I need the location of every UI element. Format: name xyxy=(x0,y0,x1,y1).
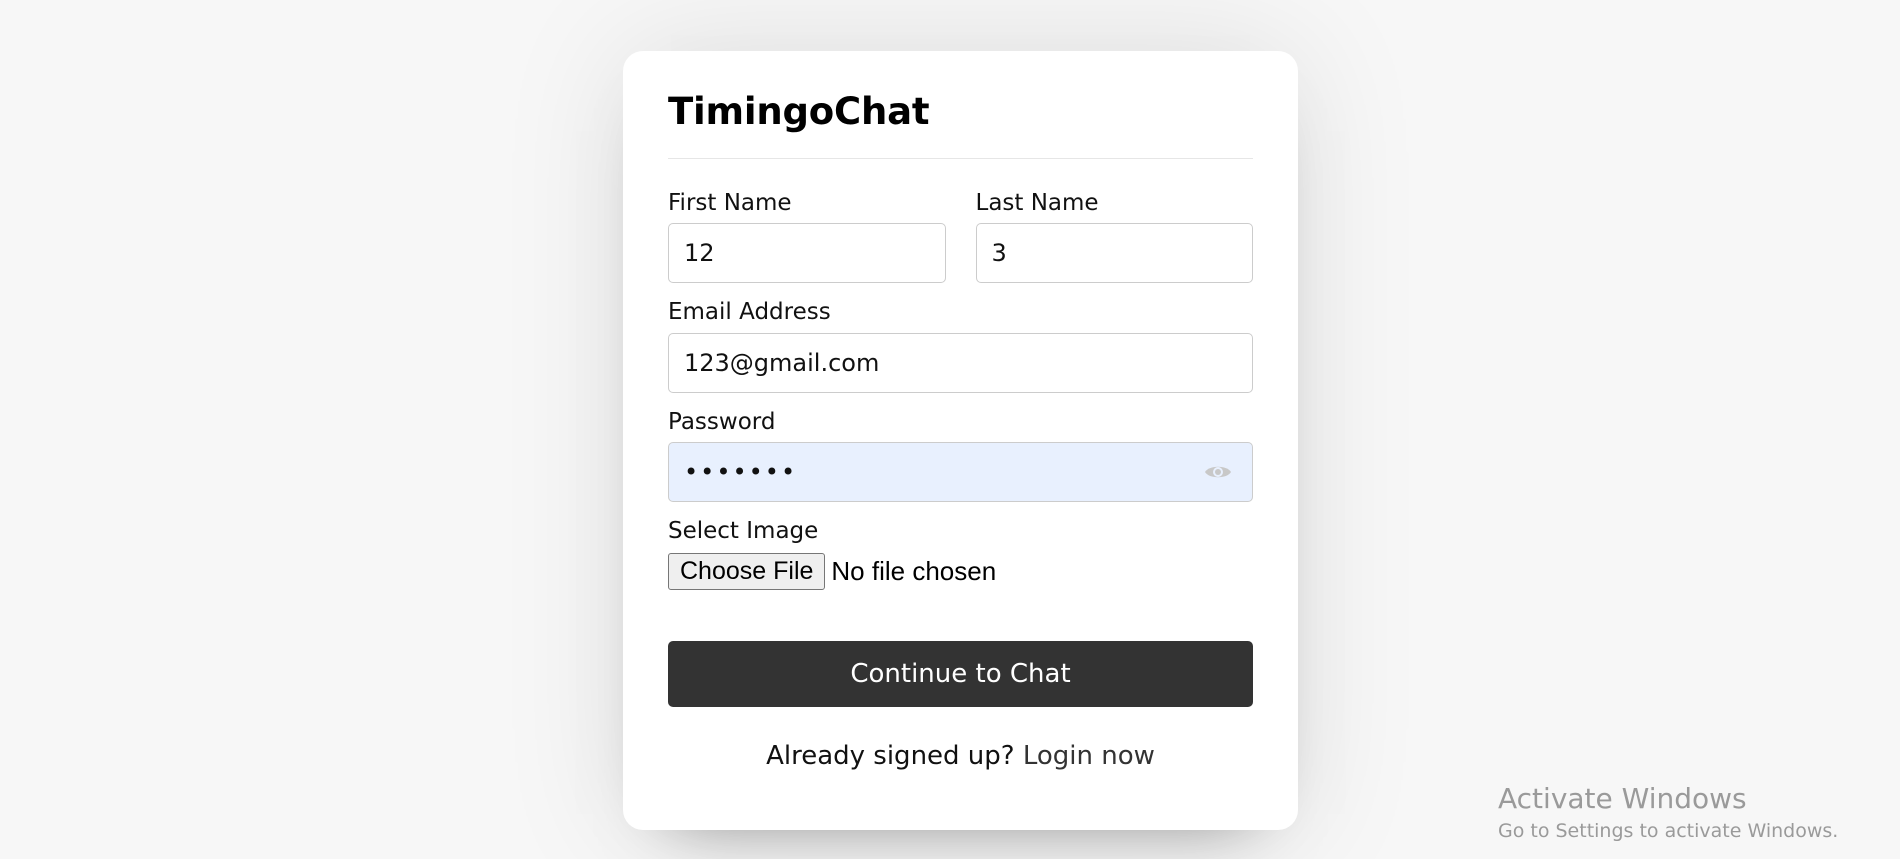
choose-file-button[interactable]: Choose File xyxy=(668,553,826,591)
watermark-subtitle: Go to Settings to activate Windows. xyxy=(1498,819,1839,842)
app-title: TimingoChat xyxy=(668,90,930,133)
eye-icon[interactable] xyxy=(1203,462,1233,482)
file-status: No file chosen xyxy=(831,556,997,587)
signup-card: TimingoChat First Name Last Name Email A… xyxy=(623,51,1298,830)
first-name-field: First Name xyxy=(668,190,946,284)
login-prompt-row: Already signed up? Login now xyxy=(668,741,1253,771)
password-input[interactable] xyxy=(668,441,1253,502)
email-label: Email Address xyxy=(668,299,831,326)
email-input[interactable] xyxy=(668,332,1253,393)
login-prompt-text: Already signed up? xyxy=(766,741,1015,772)
continue-to-chat-button[interactable]: Continue to Chat xyxy=(668,641,1253,708)
activate-windows-watermark: Activate Windows Go to Settings to activ… xyxy=(1498,782,1838,842)
image-label: Select Image xyxy=(668,517,819,544)
password-label: Password xyxy=(668,408,776,435)
image-field: Select Image Choose File No file chosen xyxy=(668,517,1253,591)
signup-form: First Name Last Name Email Address Passw… xyxy=(668,159,1253,771)
login-now-link[interactable]: Login now xyxy=(1023,741,1155,771)
file-input: Choose File No file chosen xyxy=(668,553,1253,591)
last-name-label: Last Name xyxy=(975,190,1099,216)
name-row: First Name Last Name xyxy=(668,190,1253,300)
first-name-input[interactable] xyxy=(668,223,946,284)
last-name-input[interactable] xyxy=(975,223,1253,284)
first-name-label: First Name xyxy=(668,190,792,216)
watermark-title: Activate Windows xyxy=(1498,782,1747,815)
password-wrapper xyxy=(668,441,1253,502)
email-field: Email Address xyxy=(668,299,1253,393)
last-name-field: Last Name xyxy=(975,190,1253,284)
password-field: Password xyxy=(668,408,1253,502)
card-header: TimingoChat xyxy=(668,51,1253,159)
